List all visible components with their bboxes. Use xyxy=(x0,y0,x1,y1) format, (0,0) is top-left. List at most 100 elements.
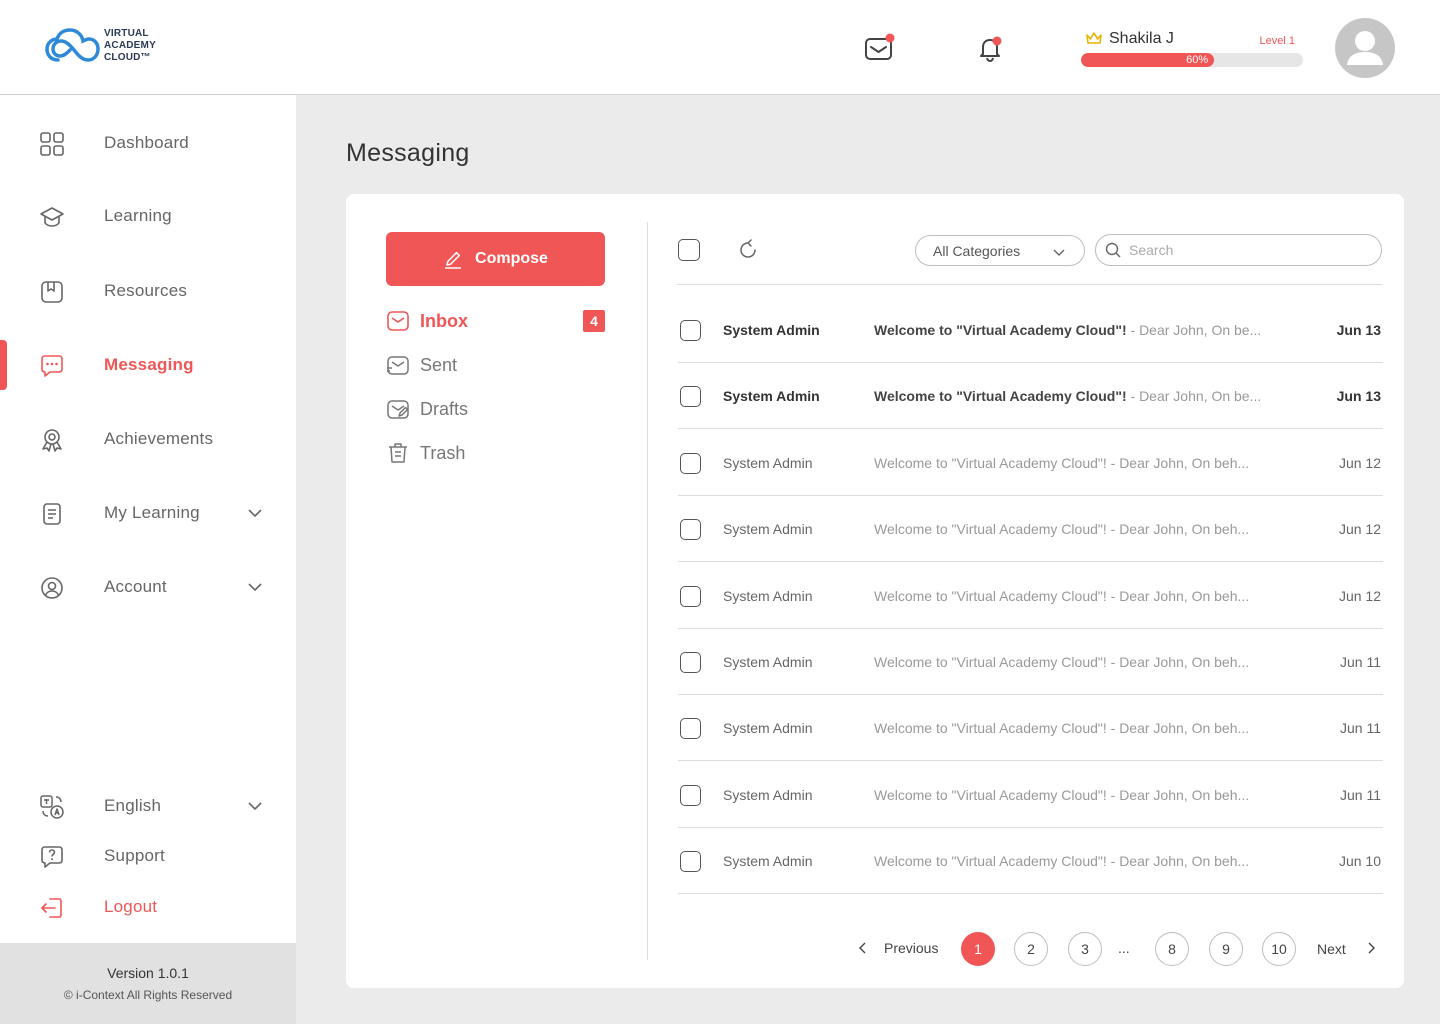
sidebar-item-resources[interactable]: Resources xyxy=(0,266,296,316)
message-subject-line: Welcome to "Virtual Academy Cloud"! - De… xyxy=(874,853,1249,869)
sent-icon xyxy=(386,353,410,377)
message-subject-line: Welcome to "Virtual Academy Cloud"! - De… xyxy=(874,588,1249,604)
message-checkbox[interactable] xyxy=(680,652,701,673)
message-checkbox[interactable] xyxy=(680,851,701,873)
user-avatar-icon xyxy=(1347,31,1383,65)
message-checkbox[interactable] xyxy=(680,320,701,341)
sidebar-item-messaging[interactable]: Messaging xyxy=(0,340,296,390)
brand-name: VIRTUAL ACADEMY CLOUD™ xyxy=(104,28,156,64)
sidebar-item-label: Dashboard xyxy=(104,133,189,152)
message-subject-line: Welcome to "Virtual Academy Cloud"! - De… xyxy=(874,455,1249,471)
message-row[interactable]: System Admin Welcome to "Virtual Academy … xyxy=(678,363,1383,430)
message-subject: Welcome to "Virtual Academy Cloud"! xyxy=(874,388,1127,405)
message-checkbox[interactable] xyxy=(680,519,701,541)
folder-label: Drafts xyxy=(420,398,469,419)
logout-icon xyxy=(38,894,66,922)
message-checkbox[interactable] xyxy=(680,386,701,408)
message-row[interactable]: System Admin Welcome to "Virtual Academy … xyxy=(678,762,1383,828)
message-row[interactable]: System Admin Welcome to "Virtual Academy … xyxy=(678,695,1383,762)
next-page-button[interactable]: Next xyxy=(1317,941,1346,957)
message-subject-line: Welcome to "Virtual Academy Cloud"! - De… xyxy=(874,521,1249,537)
level-progress-fill: 60% xyxy=(1081,53,1215,67)
page-number-button[interactable]: 10 xyxy=(1262,932,1296,966)
category-select-value: All Categories xyxy=(933,242,1021,259)
panel-divider xyxy=(647,222,648,960)
toolbar-divider xyxy=(677,284,1382,285)
message-preview: - Dear John, On beh... xyxy=(1106,521,1250,538)
message-date: Jun 12 xyxy=(1338,521,1381,538)
message-row[interactable]: System Admin Welcome to "Virtual Academy … xyxy=(678,629,1383,695)
brand-line-1: VIRTUAL xyxy=(104,28,149,39)
message-sender: System Admin xyxy=(723,720,813,737)
sidebar-item-dashboard[interactable]: Dashboard xyxy=(0,118,296,168)
folder-label: Trash xyxy=(420,442,466,463)
refresh-icon xyxy=(740,239,756,258)
message-subject-line: Welcome to "Virtual Academy Cloud"! - De… xyxy=(874,322,1261,338)
sidebar-item-support[interactable]: Support xyxy=(0,831,296,881)
page-number-button[interactable]: 3 xyxy=(1068,932,1102,966)
message-preview: - Dear John, On beh... xyxy=(1106,654,1250,670)
help-bubble-icon xyxy=(38,843,66,871)
sidebar-item-label: My Learning xyxy=(104,503,200,522)
message-sender: System Admin xyxy=(723,322,820,338)
brand-line-2: ACADEMY xyxy=(104,40,156,51)
message-checkbox[interactable] xyxy=(680,585,701,607)
message-subject: Welcome to "Virtual Academy Cloud"! xyxy=(874,853,1107,870)
chevron-right-icon[interactable] xyxy=(1364,940,1378,961)
message-row[interactable]: System Admin Welcome to "Virtual Academy … xyxy=(678,828,1383,895)
sidebar-item-label: Account xyxy=(104,577,167,596)
message-subject-line: Welcome to "Virtual Academy Cloud"! - De… xyxy=(874,787,1249,803)
folder-trash[interactable]: Trash xyxy=(386,438,605,468)
page-number-button[interactable]: 2 xyxy=(1014,932,1048,966)
page-number-button[interactable]: 8 xyxy=(1155,932,1189,966)
message-checkbox[interactable] xyxy=(680,784,701,806)
sidebar-item-achievements[interactable]: Achievements xyxy=(0,414,296,464)
chevron-left-icon[interactable] xyxy=(856,940,870,961)
select-all-checkbox[interactable] xyxy=(678,239,700,261)
message-preview: - Dear John, On be... xyxy=(1126,388,1262,405)
message-sender: System Admin xyxy=(723,454,813,471)
message-subject: Welcome to "Virtual Academy Cloud"! xyxy=(874,322,1127,338)
crown-icon xyxy=(1086,32,1102,44)
sidebar-item-label: Support xyxy=(104,846,165,865)
message-row[interactable]: System Admin Welcome to "Virtual Academy … xyxy=(678,563,1383,629)
notifications-button[interactable] xyxy=(974,32,1006,64)
sidebar-item-account[interactable]: Account xyxy=(0,562,296,612)
language-select[interactable]: English xyxy=(0,781,296,831)
previous-page-button[interactable]: Previous xyxy=(884,940,938,956)
message-row[interactable]: System Admin Welcome to "Virtual Academy … xyxy=(678,297,1383,363)
folder-inbox[interactable]: Inbox 4 xyxy=(386,306,605,336)
sidebar-item-learning[interactable]: Learning xyxy=(0,191,296,241)
message-preview: - Dear John, On beh... xyxy=(1106,853,1250,870)
message-row[interactable]: System Admin Welcome to "Virtual Academy … xyxy=(678,430,1383,496)
compose-button[interactable]: Compose xyxy=(386,232,605,286)
message-date: Jun 10 xyxy=(1338,853,1381,870)
message-checkbox[interactable] xyxy=(680,452,701,474)
graduation-cap-icon xyxy=(38,203,66,231)
message-date: Jun 13 xyxy=(1336,388,1381,405)
avatar[interactable] xyxy=(1335,18,1395,78)
category-select[interactable]: All Categories xyxy=(915,235,1085,266)
brand-logo[interactable]: VIRTUAL ACADEMY CLOUD™ xyxy=(44,26,156,66)
message-checkbox[interactable] xyxy=(680,718,701,740)
message-sender: System Admin xyxy=(723,388,820,405)
cloud-logo-icon xyxy=(45,28,100,62)
mail-button[interactable] xyxy=(863,32,895,64)
pencil-icon xyxy=(445,251,462,269)
message-row[interactable]: System Admin Welcome to "Virtual Academy … xyxy=(678,496,1383,563)
translate-icon xyxy=(38,793,66,821)
page-number-button[interactable]: 9 xyxy=(1209,932,1243,966)
level-progress-bar: 60% xyxy=(1081,53,1303,67)
sidebar-item-my-learning[interactable]: My Learning xyxy=(0,488,296,538)
folder-sent[interactable]: Sent xyxy=(386,350,605,380)
chevron-down-icon xyxy=(248,802,262,811)
refresh-button[interactable] xyxy=(736,238,760,262)
folder-drafts[interactable]: Drafts xyxy=(386,394,605,424)
chevron-down-icon xyxy=(248,583,262,592)
search-box xyxy=(1095,234,1382,266)
message-sender: System Admin xyxy=(723,786,813,803)
search-input[interactable] xyxy=(1129,242,1359,258)
chat-bubble-icon xyxy=(38,352,66,380)
logout-button[interactable]: Logout xyxy=(0,882,296,932)
page-number-button[interactable]: 1 xyxy=(961,932,995,966)
